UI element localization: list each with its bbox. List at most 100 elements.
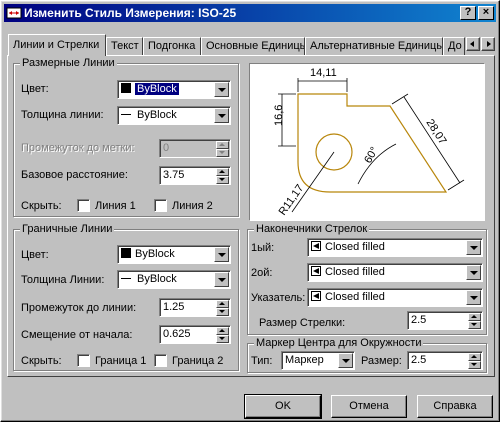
dim-extend-spinner: 0 xyxy=(159,139,231,158)
center-size-spinner[interactable]: 2.5 xyxy=(407,351,483,370)
second-arrow-label: 2ой: xyxy=(251,267,273,279)
tab-lines-arrows[interactable]: Линии и Стрелки xyxy=(8,34,106,56)
help-button[interactable]: Справка xyxy=(417,395,493,418)
spin-down-icon[interactable] xyxy=(216,335,229,343)
tab-scroll-right-button[interactable] xyxy=(481,37,495,51)
ext-line1-label[interactable]: Граница 1 xyxy=(95,355,146,367)
tab-text[interactable]: Текст xyxy=(106,37,143,55)
arrowhead-icon xyxy=(311,266,321,276)
ext-extend-spinner[interactable]: 1.25 xyxy=(159,298,231,317)
tab-tolerances[interactable]: До xyxy=(443,37,465,55)
ext-offset-spinner[interactable]: 0.625 xyxy=(159,325,231,344)
arrow-size-label: Размер Стрелки: xyxy=(259,317,346,329)
dim-lineweight-label: Толщина линии: xyxy=(21,109,104,121)
tab-scroll-left-button[interactable] xyxy=(466,37,480,51)
chevron-down-icon[interactable] xyxy=(214,272,229,287)
first-arrow-select[interactable]: Closed filled xyxy=(307,238,483,257)
dimension-preview-drawing: 14,11 16,6 28,07 60° R11,17 xyxy=(273,67,465,218)
chevron-down-icon[interactable] xyxy=(466,290,481,305)
cancel-button[interactable]: Отмена xyxy=(331,395,407,418)
lineweight-icon xyxy=(121,278,131,279)
dim-color-select[interactable]: ByBlock xyxy=(117,80,231,99)
group-title: Маркер Центра для Окружности xyxy=(254,337,424,349)
ext-extend-value[interactable]: 1.25 xyxy=(163,301,184,313)
leader-arrow-value: Closed filled xyxy=(325,291,385,303)
dim-color-label: Цвет: xyxy=(21,83,49,95)
spin-up-icon[interactable] xyxy=(216,300,229,308)
spin-up-icon[interactable] xyxy=(216,168,229,176)
spin-up-icon xyxy=(216,141,229,149)
spin-up-icon[interactable] xyxy=(468,313,481,321)
title-bar[interactable]: Изменить Стиль Измерения: ISO-25 ? × xyxy=(4,4,496,22)
dim-baseline-spinner[interactable]: 3.75 xyxy=(159,166,231,185)
spin-down-icon[interactable] xyxy=(468,361,481,369)
chevron-down-icon[interactable] xyxy=(214,108,229,123)
ext-line2-checkbox[interactable] xyxy=(154,354,167,367)
object-outline xyxy=(297,93,448,193)
center-size-label: Размер: xyxy=(361,355,402,367)
dim-baseline-label: Базовое расстояние: xyxy=(21,169,128,181)
leader-arrow-select[interactable]: Closed filled xyxy=(307,288,483,307)
ext-lineweight-label: Толщина Линии: xyxy=(21,274,105,286)
center-type-select[interactable]: Маркер xyxy=(281,351,355,370)
ext-line2-label[interactable]: Граница 2 xyxy=(172,355,223,367)
dim-color-value: ByBlock xyxy=(135,83,179,95)
ext-offset-label: Смещение от начала: xyxy=(21,329,133,341)
ext-offset-value[interactable]: 0.625 xyxy=(163,328,191,340)
dim-lineweight-select[interactable]: ByBlock xyxy=(117,106,231,125)
dim-lineweight-value: ByBlock xyxy=(137,109,177,121)
spin-up-icon[interactable] xyxy=(216,327,229,335)
color-swatch xyxy=(121,248,131,258)
ext-lineweight-value: ByBlock xyxy=(137,273,177,285)
group-title: Наконечники Стрелок xyxy=(254,223,370,235)
ok-button[interactable]: OK xyxy=(244,394,322,419)
spin-up-icon[interactable] xyxy=(468,353,481,361)
lineweight-icon xyxy=(121,114,131,115)
ext-color-select[interactable]: ByBlock xyxy=(117,245,231,264)
spin-down-icon[interactable] xyxy=(468,321,481,329)
group-title: Размерные Линии xyxy=(20,57,117,69)
preview-dim-top: 14,11 xyxy=(310,67,337,79)
arrow-size-spinner[interactable]: 2.5 xyxy=(407,311,483,330)
chevron-down-icon[interactable] xyxy=(214,82,229,97)
dim-line2-checkbox[interactable] xyxy=(154,199,167,212)
window-title: Изменить Стиль Измерения: ISO-25 xyxy=(24,6,237,20)
arrowhead-icon xyxy=(311,241,321,251)
spin-down-icon[interactable] xyxy=(216,176,229,184)
ext-lineweight-select[interactable]: ByBlock xyxy=(117,270,231,289)
first-arrow-value: Closed filled xyxy=(325,241,385,253)
dim-line1-checkbox[interactable] xyxy=(77,199,90,212)
close-button[interactable]: × xyxy=(478,6,494,20)
ext-color-label: Цвет: xyxy=(21,249,49,261)
second-arrow-select[interactable]: Closed filled xyxy=(307,263,483,282)
chevron-down-icon[interactable] xyxy=(338,353,353,368)
dim-line1-label[interactable]: Линия 1 xyxy=(95,200,136,212)
ext-line1-checkbox[interactable] xyxy=(77,354,90,367)
chevron-down-icon[interactable] xyxy=(466,265,481,280)
preview-dim-left: 16,6 xyxy=(273,105,285,126)
dim-line2-label[interactable]: Линия 2 xyxy=(172,200,213,212)
dim-extend-label: Промежуток до метки: xyxy=(21,142,135,154)
chevron-down-icon[interactable] xyxy=(214,247,229,262)
leader-arrow-label: Указатель: xyxy=(251,292,306,304)
ext-color-value: ByBlock xyxy=(135,248,175,260)
center-type-label: Тип: xyxy=(251,355,273,367)
dim-baseline-value[interactable]: 3.75 xyxy=(163,169,184,181)
center-size-value[interactable]: 2.5 xyxy=(411,354,426,366)
tab-alternate-units[interactable]: Альтернативные Единицы xyxy=(305,37,443,55)
first-arrow-label: 1ый: xyxy=(251,242,275,254)
arrow-size-value[interactable]: 2.5 xyxy=(411,314,426,326)
chevron-down-icon[interactable] xyxy=(466,240,481,255)
ext-suppress-label: Скрыть: xyxy=(21,355,62,367)
arrow-left-icon xyxy=(470,41,474,47)
preview-dim-radius: R11,17 xyxy=(277,182,307,217)
arrow-right-icon xyxy=(487,41,491,47)
center-type-value: Маркер xyxy=(285,354,324,366)
arrowhead-icon xyxy=(311,291,321,301)
spin-down-icon[interactable] xyxy=(216,308,229,316)
help-title-button[interactable]: ? xyxy=(460,6,476,20)
spin-down-icon xyxy=(216,149,229,157)
tab-primary-units[interactable]: Основные Единицы xyxy=(201,37,305,55)
dim-extend-value: 0 xyxy=(163,142,170,154)
tab-fit[interactable]: Подгонка xyxy=(143,37,201,55)
